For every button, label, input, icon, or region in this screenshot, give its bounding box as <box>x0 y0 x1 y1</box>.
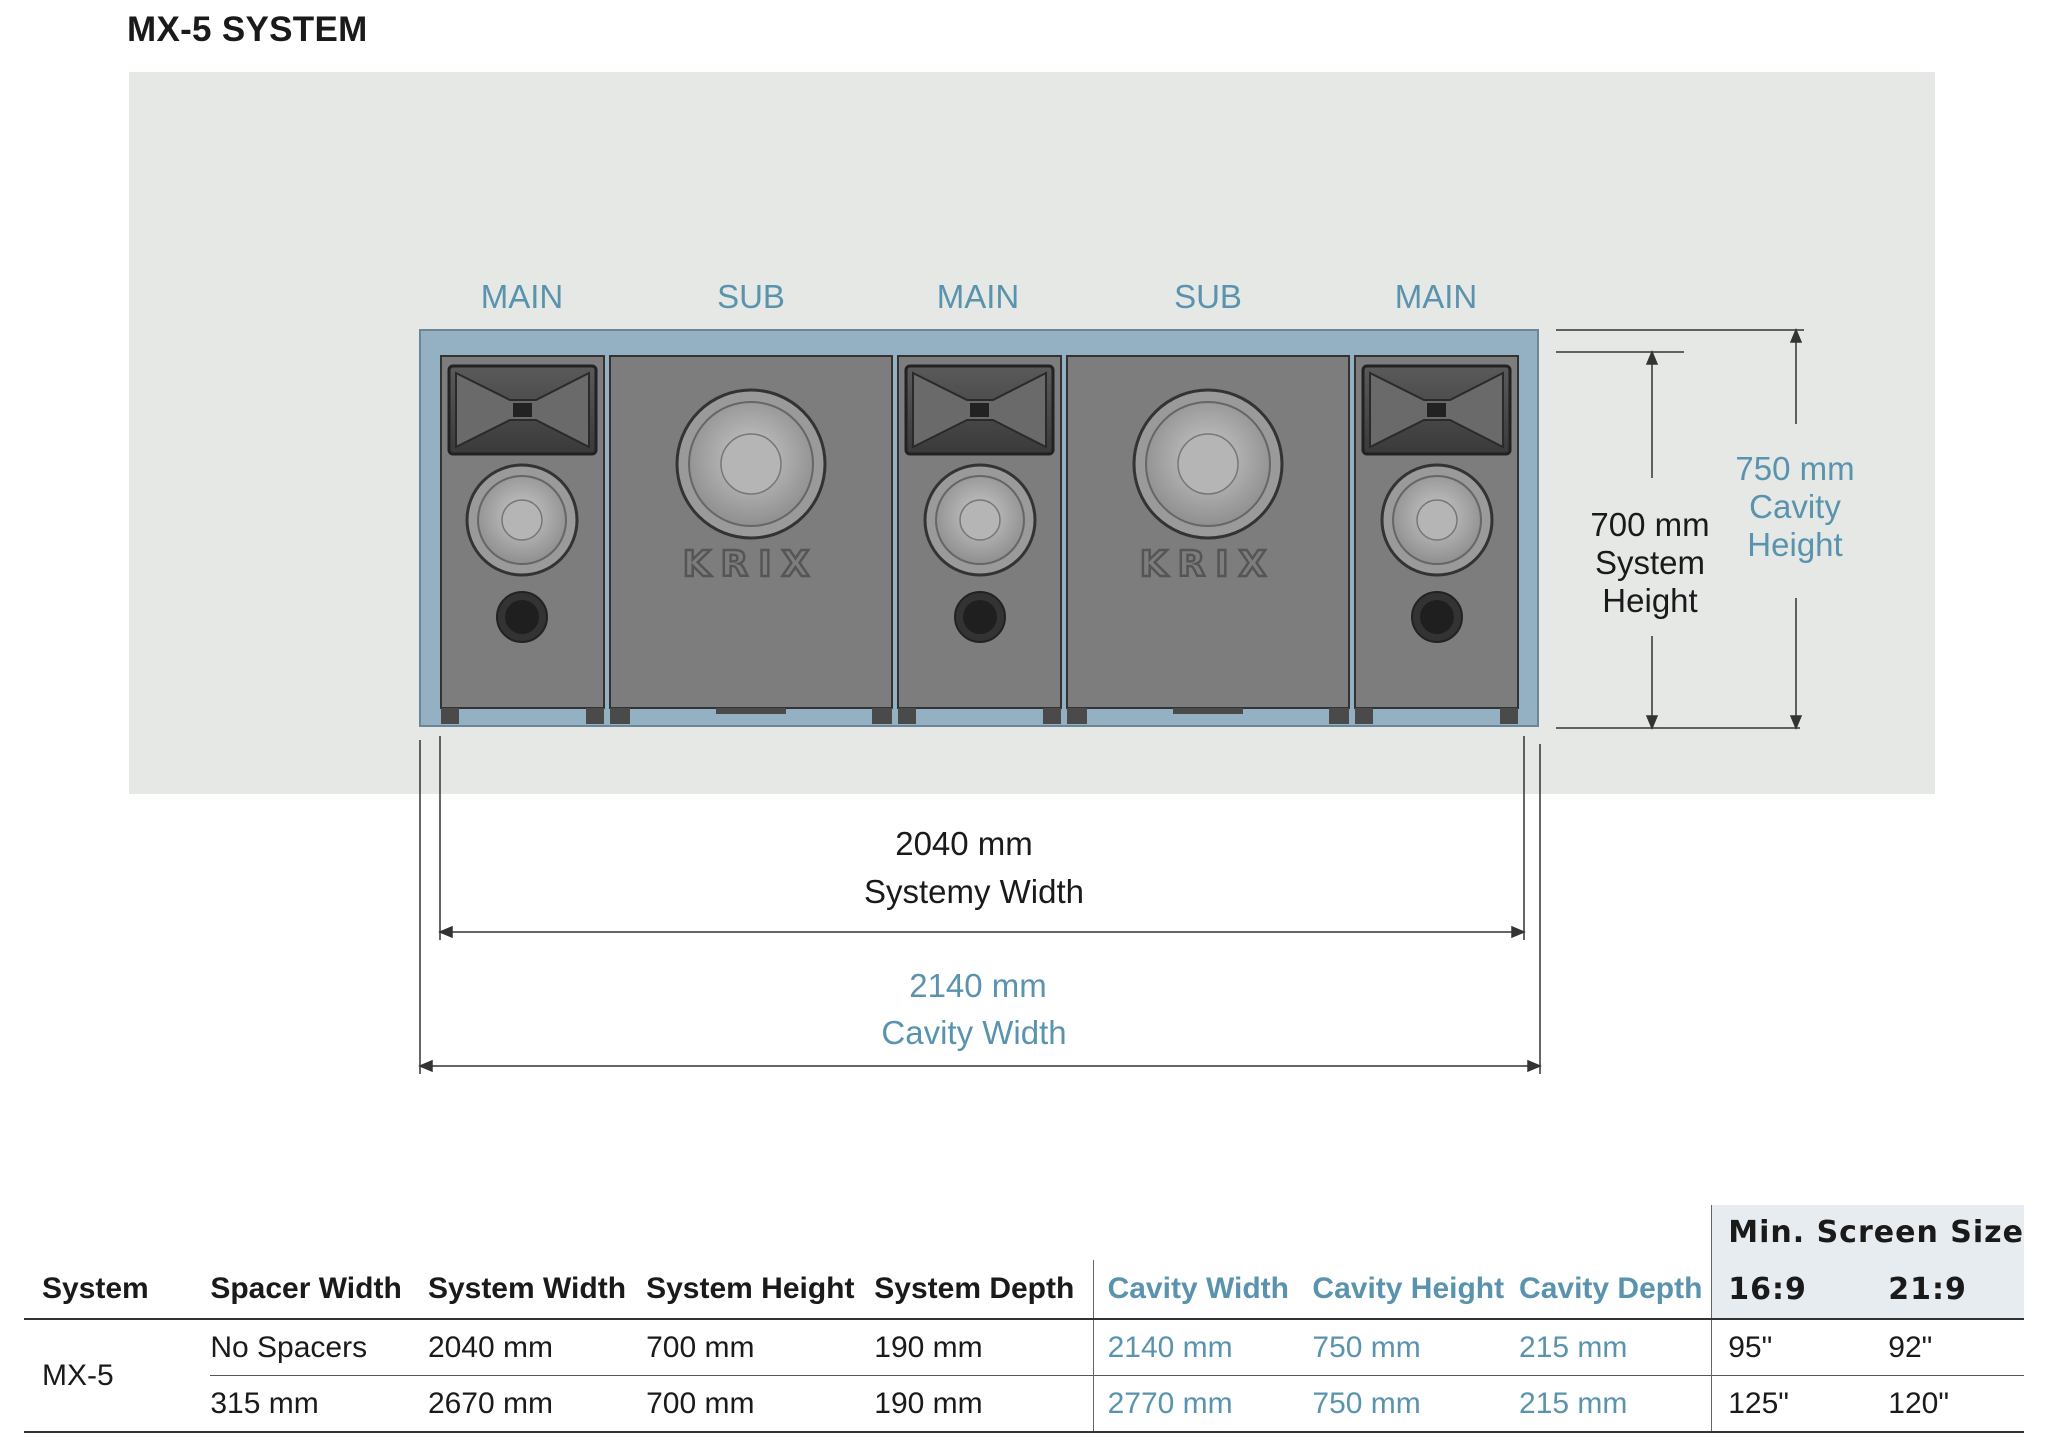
header-system-depth: System Depth <box>874 1272 1075 1305</box>
header-system: System <box>42 1272 149 1305</box>
table-row: 315 mm 2670 mm 700 mm 190 mm 2770 mm 750… <box>24 1375 2024 1433</box>
table-cell: 700 mm <box>646 1375 875 1433</box>
speaker-label-main-1: MAIN <box>481 278 564 315</box>
table-cell: 750 mm <box>1312 1375 1520 1433</box>
table-cell: 120" <box>1888 1375 2024 1433</box>
table-cell: 2040 mm <box>427 1318 647 1376</box>
sub-speaker-2: KRIX <box>1066 355 1350 724</box>
krix-logo: KRIX <box>683 544 820 585</box>
main-speaker-3 <box>1354 355 1519 724</box>
speaker-label-main-2: MAIN <box>937 278 1020 315</box>
system-name-cell: MX-5 <box>24 1318 211 1433</box>
header-cavity-depth: Cavity Depth <box>1519 1272 1703 1305</box>
header-system-height: System Height <box>646 1272 855 1305</box>
speaker-label-sub-2: SUB <box>1174 278 1242 315</box>
min-screen-size-header: Min. Screen Size <box>1711 1205 2024 1260</box>
table-row: MX-5 No Spacers 2040 mm 700 mm 190 mm 21… <box>24 1318 2024 1433</box>
table-cell: 125" <box>1711 1375 1889 1433</box>
header-cavity-height: Cavity Height <box>1312 1272 1505 1305</box>
table-cell: 92" <box>1888 1318 2024 1376</box>
header-21-9: 21:9 <box>1888 1260 2024 1319</box>
table-cell: 190 mm <box>874 1318 1094 1376</box>
system-width-value: 2040 mm <box>895 825 1033 862</box>
system-diagram: MAIN SUB MAIN SUB MAIN KRIX KRIX 700 mm … <box>129 72 1935 1074</box>
header-cavity-width: Cavity Width <box>1092 1260 1313 1319</box>
speaker-label-sub-1: SUB <box>717 278 785 315</box>
table-cell: 215 mm <box>1519 1318 1712 1376</box>
table-cell: 95" <box>1711 1318 1889 1376</box>
sub-speaker-1: KRIX <box>609 355 893 724</box>
header-spacer-width: Spacer Width <box>210 1272 402 1305</box>
speaker-label-main-3: MAIN <box>1395 278 1478 315</box>
table-cell: 315 mm <box>210 1375 428 1433</box>
system-height-label-1: System <box>1595 544 1705 581</box>
table-cell: 190 mm <box>874 1375 1094 1433</box>
cavity-height-label-1: Cavity <box>1749 488 1841 525</box>
cavity-height-label-2: Height <box>1747 526 1842 563</box>
spec-table: Min. Screen Size System Spacer Width Sys… <box>24 1205 2024 1433</box>
table-cell: 750 mm <box>1312 1318 1520 1376</box>
table-cell: 2670 mm <box>427 1375 647 1433</box>
table-cell: No Spacers <box>210 1318 428 1376</box>
cavity-width-value: 2140 mm <box>909 967 1047 1004</box>
cavity-height-value: 750 mm <box>1735 450 1854 487</box>
table-cell: 700 mm <box>646 1318 875 1376</box>
cavity-width-label: Cavity Width <box>881 1014 1066 1051</box>
table-cell: 2140 mm <box>1092 1318 1313 1376</box>
system-height-value: 700 mm <box>1590 506 1709 543</box>
main-speaker-1 <box>440 355 605 724</box>
table-cell: 215 mm <box>1519 1375 1712 1433</box>
system-height-label-2: Height <box>1602 582 1697 619</box>
table-cell: 2770 mm <box>1092 1375 1313 1433</box>
system-width-label: Systemy Width <box>864 873 1084 910</box>
main-speaker-2 <box>897 355 1062 724</box>
krix-logo: KRIX <box>1140 544 1277 585</box>
header-system-width: System Width <box>427 1272 627 1305</box>
header-16-9: 16:9 <box>1711 1260 1889 1319</box>
